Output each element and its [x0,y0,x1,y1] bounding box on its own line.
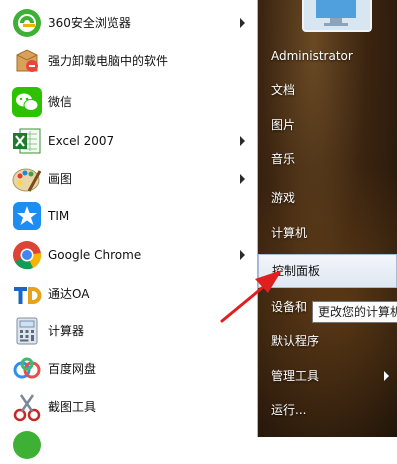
program-label: 画图 [48,172,73,186]
monitor-icon [316,0,356,26]
run-link[interactable]: 运行... [258,394,397,426]
program-label: 计算器 [48,324,85,338]
computer-link[interactable]: 计算机 [258,217,397,249]
program-label: TIM [48,209,70,223]
calculator-icon [11,315,43,347]
documents-link[interactable]: 文档 [258,74,397,106]
program-label: 360安全浏览器 [48,16,131,30]
chrome-icon [11,239,43,271]
program-item-excel[interactable]: Excel 2007 [4,123,257,159]
360-browser-icon [11,7,43,39]
program-item-partial[interactable] [4,427,257,463]
program-item-chrome[interactable]: Google Chrome [4,237,257,273]
wechat-icon [11,86,43,118]
program-item-uninstall[interactable]: 强力卸载电脑中的软件 [4,43,257,79]
admin-tools-label: 管理工具 [271,369,320,383]
green-app-icon [11,429,43,461]
computer-label: 计算机 [271,226,308,240]
program-label: 微信 [48,95,73,109]
games-link[interactable]: 游戏 [258,182,397,214]
program-label: Excel 2007 [48,134,115,148]
admin-tools-link[interactable]: 管理工具 [258,360,397,392]
pictures-label: 图片 [271,118,296,132]
program-item-wechat[interactable]: 微信 [4,84,257,120]
control-panel-link[interactable]: 控制面板 [258,254,397,288]
program-label: 强力卸载电脑中的软件 [48,54,169,68]
program-item-snipping-tool[interactable]: 截图工具 [4,389,257,425]
baidu-netdisk-icon [11,353,43,385]
tim-icon [11,200,43,232]
pictures-link[interactable]: 图片 [258,109,397,141]
submenu-arrow-icon [240,136,245,146]
program-item-tongda-oa[interactable]: 通达OA [4,276,257,312]
snipping-tool-icon [11,391,43,423]
program-item-calculator[interactable]: 计算器 [4,313,257,349]
program-label: 百度网盘 [48,362,97,376]
music-link[interactable]: 音乐 [258,143,397,175]
default-programs-label: 默认程序 [271,334,320,348]
default-programs-link[interactable]: 默认程序 [258,325,397,357]
program-label: 截图工具 [48,400,97,414]
tooltip: 更改您的计算机 [312,301,397,323]
control-panel-label: 控制面板 [272,264,321,278]
tongda-oa-icon [11,278,43,310]
music-label: 音乐 [271,152,296,166]
program-item-baidu-netdisk[interactable]: 百度网盘 [4,351,257,387]
submenu-arrow-icon [384,371,389,381]
excel-icon [11,125,43,157]
program-item-paint[interactable]: 画图 [4,161,257,197]
devices-label: 设备和 [271,300,308,314]
program-item-360-browser[interactable]: 360安全浏览器 [4,5,257,41]
places-pane: Administrator 文档 图片 音乐 游戏 计算机 控制面板 设备和 默… [258,0,397,437]
submenu-arrow-icon [240,18,245,28]
games-label: 游戏 [271,191,296,205]
tooltip-text: 更改您的计算机 [318,305,397,319]
program-item-tim[interactable]: TIM [4,198,257,234]
user-name-label: Administrator [271,49,353,63]
run-label: 运行... [271,403,307,417]
user-avatar[interactable] [302,0,372,32]
program-label: Google Chrome [48,248,142,262]
uninstall-icon [11,45,43,77]
submenu-arrow-icon [240,174,245,184]
submenu-arrow-icon [240,250,245,260]
programs-pane: 360安全浏览器 强力卸载电脑中的软件 微信 Excel 2007 画图 TIM… [4,0,258,459]
paint-icon [11,163,43,195]
user-name-link[interactable]: Administrator [258,40,397,72]
documents-label: 文档 [271,83,296,97]
program-label: 通达OA [48,287,90,301]
